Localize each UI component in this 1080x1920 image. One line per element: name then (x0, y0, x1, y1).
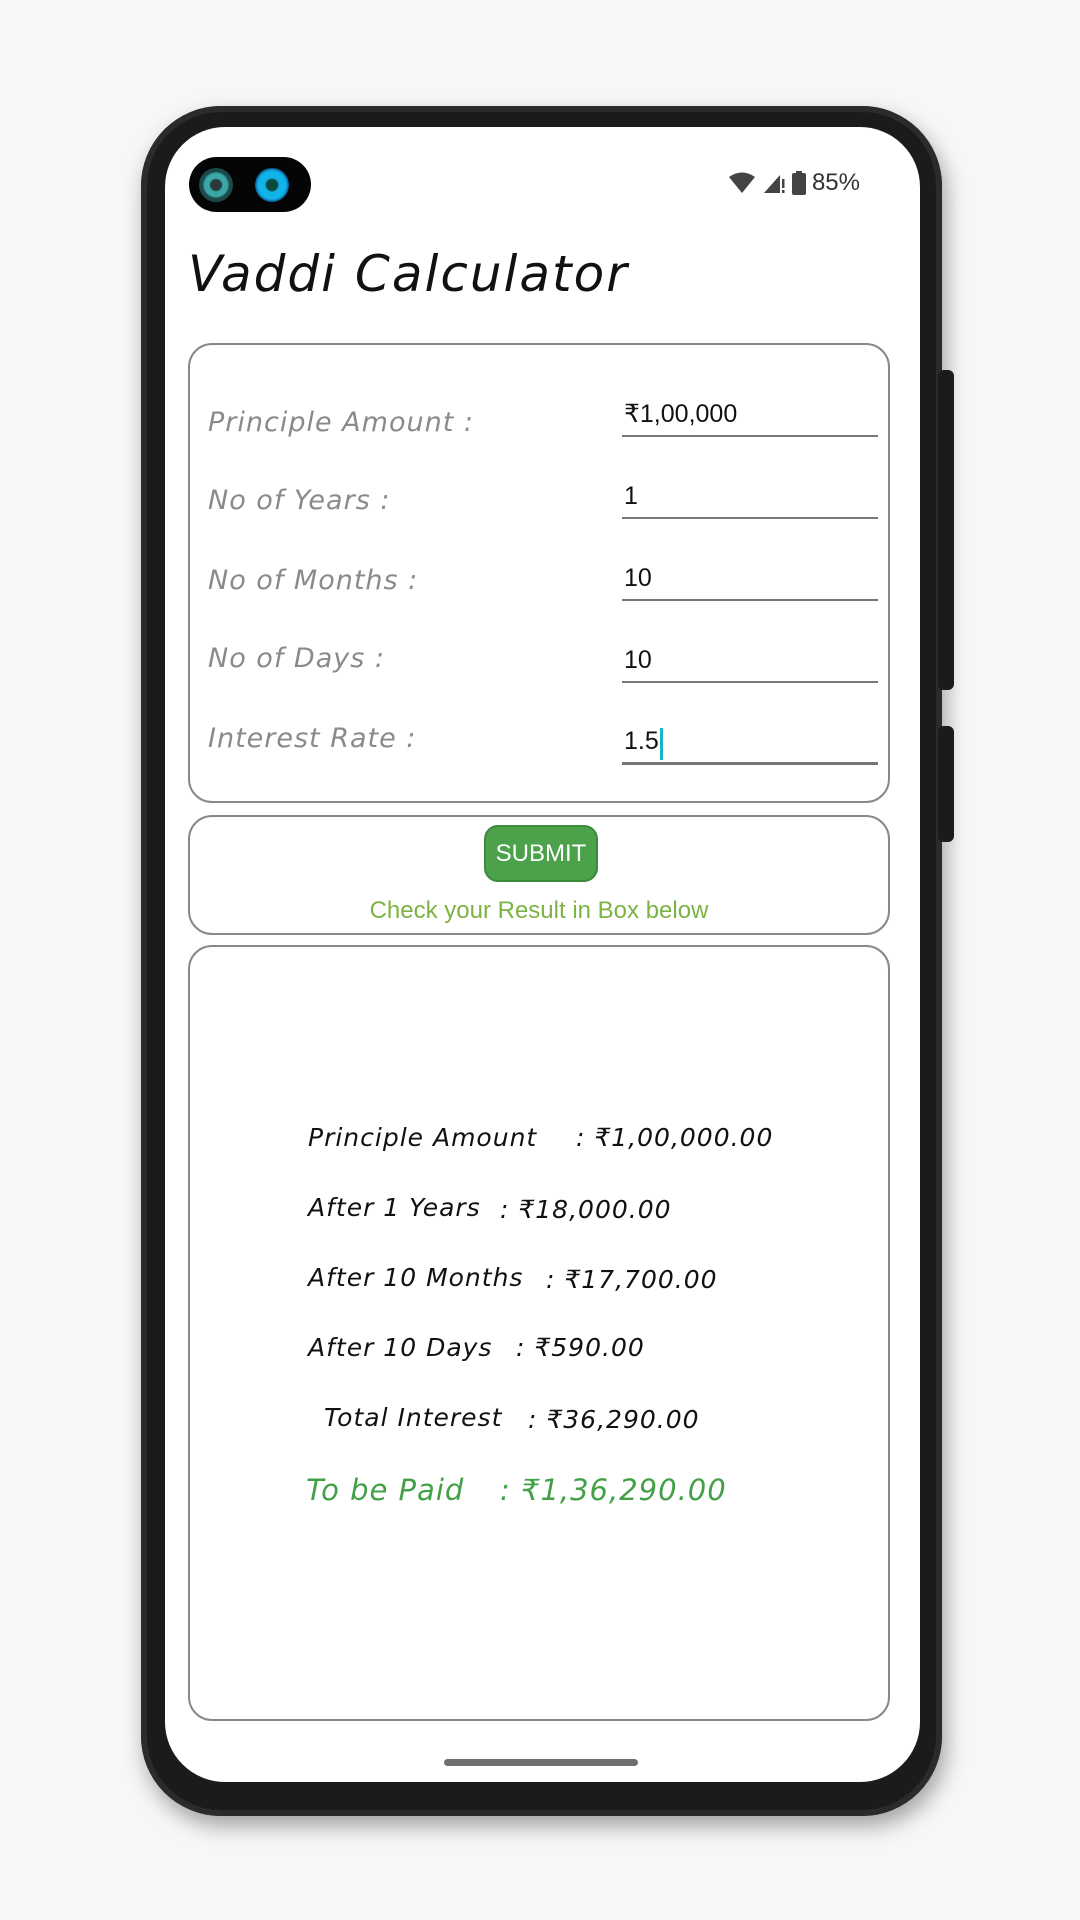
result-card: Principle Amount : ₹1,00,000.00 After 1 … (188, 945, 890, 1721)
months-row: No of Months : 10 (190, 559, 888, 619)
result-principle-label: Principle Amount (308, 1123, 538, 1152)
wifi-icon (728, 172, 756, 194)
result-total-label: Total Interest (324, 1403, 503, 1432)
camera-lens-icon (255, 168, 289, 202)
principle-row: Principle Amount : ₹1,00,000 (190, 395, 888, 455)
years-input[interactable]: 1 (622, 477, 878, 519)
status-bar: 85% (728, 167, 860, 199)
days-input[interactable]: 10 (622, 641, 878, 683)
input-form-card: Principle Amount : ₹1,00,000 No of Years… (188, 343, 890, 803)
signal-icon (762, 171, 786, 195)
days-row: No of Days : 10 (190, 641, 888, 701)
result-years-value: : ₹18,000.00 (500, 1195, 672, 1224)
principle-label: Principle Amount : (208, 407, 474, 438)
interest-rate-value: 1.5 (624, 724, 663, 760)
rate-row: Interest Rate : 1.5 (190, 723, 888, 783)
principle-amount-value: ₹1,00,000 (624, 400, 738, 428)
result-paid-label: To be Paid (306, 1473, 465, 1507)
days-label: No of Days : (208, 643, 385, 674)
months-label: No of Months : (208, 565, 419, 596)
result-months-value: : ₹17,700.00 (546, 1265, 718, 1294)
rate-label: Interest Rate : (208, 723, 417, 754)
screen: 85% Vaddi Calculator Principle Amount : … (165, 127, 920, 1782)
battery-icon (791, 171, 806, 195)
days-value: 10 (624, 646, 652, 674)
months-input[interactable]: 10 (622, 559, 878, 601)
volume-button (938, 726, 954, 842)
years-label: No of Years : (208, 485, 391, 516)
result-hint: Check your Result in Box below (369, 897, 709, 924)
camera-lens-icon (199, 168, 233, 202)
home-indicator[interactable] (444, 1759, 638, 1766)
page-title: Vaddi Calculator (188, 245, 629, 303)
result-total-value: : ₹36,290.00 (528, 1405, 700, 1434)
power-button (938, 370, 954, 690)
result-days-label: After 10 Days (308, 1333, 493, 1362)
action-card: SUBMIT Check your Result in Box below (188, 815, 890, 935)
submit-button[interactable]: SUBMIT (484, 825, 598, 882)
interest-rate-input[interactable]: 1.5 (622, 723, 878, 765)
result-months-label: After 10 Months (308, 1263, 524, 1292)
battery-percentage: 85% (811, 169, 860, 196)
result-days-value: : ₹590.00 (516, 1333, 645, 1362)
result-paid-value: : ₹1,36,290.00 (500, 1473, 727, 1507)
text-cursor (659, 728, 663, 760)
years-row: No of Years : 1 (190, 477, 888, 537)
principle-amount-input[interactable]: ₹1,00,000 (622, 395, 878, 437)
months-value: 10 (624, 564, 652, 592)
result-years-label: After 1 Years (308, 1193, 481, 1222)
years-value: 1 (624, 482, 638, 510)
result-principle-value: : ₹1,00,000.00 (576, 1123, 774, 1152)
camera-cutout (189, 157, 311, 212)
